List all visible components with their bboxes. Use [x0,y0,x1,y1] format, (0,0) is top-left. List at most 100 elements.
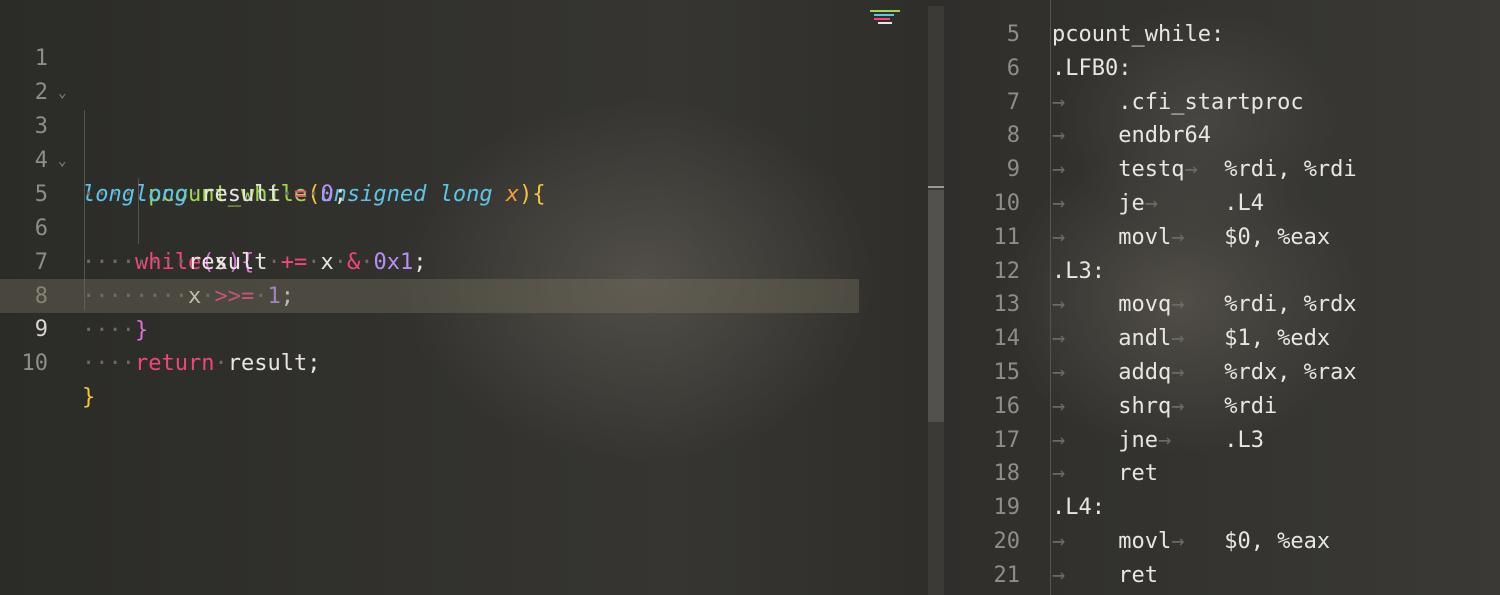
asm-line[interactable]: 12 .L3: [944,255,1500,289]
code-line[interactable]: 10 } [0,313,928,410]
code-line[interactable]: 8 ····} [0,246,928,343]
asm-line[interactable]: 6 .LFB0: [944,52,1500,86]
asm-label: .L3: [1052,258,1105,284]
code-line-current[interactable]: 9 ····return·result; [0,279,859,376]
line-number: 21 [993,562,1021,588]
line-number: 9 [1006,157,1020,183]
asm-line[interactable]: 13 → movq→ %rdi, %rdx [944,288,1500,322]
asm-line[interactable]: 18 → ret [944,457,1500,491]
line-number: 13 [993,292,1021,318]
tab-arrow-icon: → [1052,427,1119,453]
asm-line[interactable]: 19 .L4: [944,491,1500,525]
asm-operands: .L3 [1224,427,1264,453]
asm-line[interactable]: 7 → .cfi_startproc [944,86,1500,120]
asm-mnemonic: je [1118,191,1145,216]
code-line[interactable]: 4 ····long·result·=·0; [0,110,928,207]
tab-arrow-icon: → [1052,157,1119,183]
asm-operands: .L4 [1224,191,1264,216]
code-text: → ret [1052,559,1158,593]
asm-line[interactable]: 14 → andl→ $1, %edx [944,322,1500,356]
line-number: 19 [993,495,1021,521]
asm-operands: %rdi [1224,393,1278,419]
line-number: 10 [21,351,49,376]
keyword: return [134,351,215,376]
line-number: 18 [993,461,1021,487]
code-line[interactable]: 6 ········result·+=·x·&·0x1; [0,178,928,275]
tab-arrow-icon: → [1171,393,1225,419]
tab-arrow-icon: → [1052,562,1119,588]
code-line[interactable]: 5 ⌄ ····while(x){ [0,144,928,275]
asm-line[interactable]: 9 → testq→ %rdi, %rdi [944,153,1500,187]
code-text: → .cfi_startproc [1052,86,1304,120]
asm-line[interactable]: 20 → movl→ $0, %eax [944,525,1500,559]
tab-arrow-icon: → [1052,224,1119,250]
asm-line[interactable]: 16 → shrq→ %rdi [944,390,1500,424]
asm-mnemonic: andl [1118,326,1172,352]
line-number: 10 [993,191,1021,216]
asm-label: .L4: [1052,495,1105,521]
tab-arrow-icon: → [1052,360,1119,385]
asm-line[interactable]: 15 → addq→ %rdx, %rax [944,356,1500,390]
asm-line[interactable]: 8 → endbr64 [944,119,1500,153]
code-line[interactable]: 7 ········x·>>=·1; [0,212,928,309]
line-number: 15 [993,360,1021,385]
code-text: } [82,381,95,415]
asm-line[interactable]: 17 → jne→ .L3 [944,424,1500,458]
asm-line[interactable]: 5 pcount_while: [944,18,1500,52]
tab-arrow-icon: → [1157,427,1225,453]
code-text: → endbr64 [1052,119,1211,153]
asm-mnemonic: addq [1118,360,1172,385]
tab-arrow-icon: → [1171,292,1225,318]
code-text: → testq→ %rdi, %rdi [1052,153,1357,187]
tab-arrow-icon: → [1184,157,1225,183]
asm-operands: $0, %eax [1224,224,1331,250]
code-text: .L4: [1052,491,1105,525]
code-line[interactable]: 1 [0,8,928,71]
asm-operands: %rdi, %rdi [1224,157,1357,183]
code-text: → shrq→ %rdi [1052,390,1277,424]
tab-arrow-icon: → [1052,191,1119,216]
asm-line[interactable]: 21 → ret [944,559,1500,593]
tab-arrow-icon: → [1052,123,1119,149]
fold-chevron-icon[interactable]: ⌄ [58,76,66,110]
asm-mnemonic: jne [1118,427,1158,453]
line-number: 20 [993,529,1021,554]
asm-mnemonic: shrq [1118,393,1172,419]
line-number: 6 [1006,55,1020,81]
assembly-editor[interactable]: 5 pcount_while: 6 .LFB0: 7 → .cfi_startproc 8 →… [944,0,1500,595]
tab-arrow-icon: → [1052,292,1119,318]
line-number: 8 [1006,123,1020,149]
line-number: 7 [1006,89,1020,115]
asm-mnemonic: endbr64 [1118,123,1211,149]
asm-line[interactable]: 11 → movl→ $0, %eax [944,221,1500,255]
tab-arrow-icon: → [1052,393,1119,419]
asm-mnemonic: ret [1118,461,1158,487]
tab-arrow-icon: → [1144,191,1225,216]
line-number: 17 [993,427,1021,453]
code-text: → je→ .L4 [1052,187,1264,221]
line-number: 16 [993,393,1021,419]
asm-operands: %rdx, %rax [1224,360,1357,385]
tab-arrow-icon: → [1171,360,1225,385]
code-line[interactable]: 3 ⌄ long pcount_while(unsigned long x){ [0,76,928,207]
asm-mnemonic: .cfi_startproc [1118,89,1304,115]
semicolon: ; [307,351,321,376]
asm-label: pcount_while: [1052,22,1225,47]
fold-chevron-icon[interactable]: ⌄ [58,144,66,178]
code-text: → movq→ %rdi, %rdx [1052,288,1357,322]
scrollbar-thumb[interactable] [928,190,944,422]
code-text: → andl→ $1, %edx [1052,322,1330,356]
asm-mnemonic: movl [1118,224,1172,250]
tab-arrow-icon: → [1171,326,1225,352]
asm-operands: $1, %edx [1224,326,1331,352]
tab-arrow-icon: → [1052,89,1119,115]
asm-operands: $0, %eax [1224,529,1331,554]
asm-label: .LFB0: [1052,55,1132,81]
asm-mnemonic: testq [1118,157,1185,183]
asm-mnemonic: ret [1118,562,1158,588]
code-line[interactable]: 2 [0,42,928,105]
code-text: .LFB0: [1052,52,1131,86]
c-source-editor[interactable]: 1 2 3 ⌄ long pcount_while(unsigned long … [0,0,928,595]
asm-line[interactable]: 10 → je→ .L4 [944,187,1500,221]
identifier: result [227,351,308,376]
